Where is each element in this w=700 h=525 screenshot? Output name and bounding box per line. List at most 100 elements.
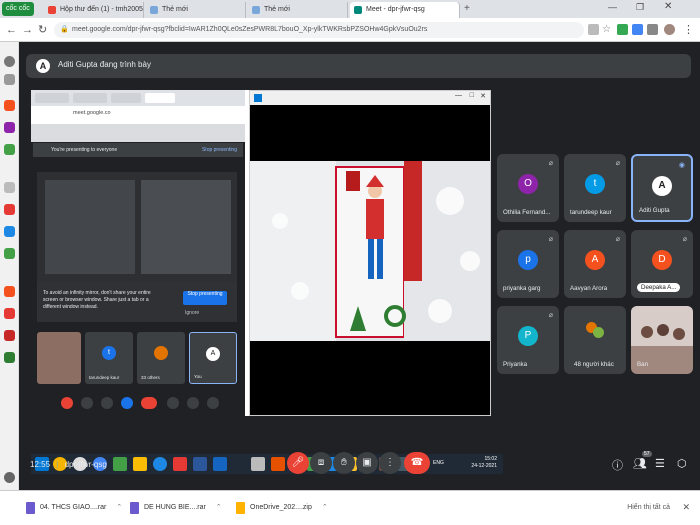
inner-address-bar: meet.google.co [31,106,245,124]
settings-icon[interactable] [4,56,15,67]
mini-tile: 33 others [137,332,185,384]
extension-icon[interactable] [632,24,643,35]
participant-name: Aavyan Arora [570,285,608,292]
participant-tile-presenter[interactable]: ◉ A Aditi Gupta [631,154,693,222]
mic-toggle-button[interactable]: 🎤︎ [287,452,309,474]
others-tile[interactable]: 48 người khác [564,306,626,374]
person-icon [673,328,685,340]
clock-icon[interactable] [4,74,15,85]
participant-avatar: P [518,326,538,346]
menu-icon[interactable]: ⋮ [683,23,694,37]
profile-avatar[interactable] [664,24,675,35]
download-item[interactable]: 04. THCS GIAO....rar ⌃ [26,500,122,516]
game-icon[interactable] [4,144,15,155]
tab-new-1[interactable]: Thẻ mới [146,2,246,18]
download-filename: DE HUNG BIE....rar [144,504,206,511]
participant-tile[interactable]: ⌀ A Aavyan Arora [564,230,626,298]
info-icon[interactable]: ⓘ [612,457,623,473]
participant-tile[interactable]: ⌀ P Priyanka [497,306,559,374]
close-icon[interactable]: ✕ [664,1,672,12]
star-icon[interactable]: ☆ [602,24,613,35]
participant-avatar: O [518,174,538,194]
app-icon[interactable] [4,226,15,237]
mini-tile: A You [189,332,237,384]
inner-tab [73,93,107,103]
mini-chat-icon [207,397,219,409]
tab-label: Meet - dpr-jfwr-qsg [366,6,425,13]
camera-icon[interactable] [588,24,599,35]
tab-new-2[interactable]: Thẻ mới [248,2,348,18]
puzzle-icon[interactable] [647,24,658,35]
participant-name: Deepaka A... [637,283,681,292]
mirror-pane [141,180,231,274]
person-icon [641,326,653,338]
mic-off-icon: ⌀ [548,236,553,243]
mini-hangup-icon [141,397,157,409]
app-icon[interactable] [4,352,15,363]
page-icon [150,6,158,14]
mini-controls [51,396,231,410]
chevron-up-icon[interactable]: ⌃ [116,504,122,511]
activities-icon[interactable]: ⬡ [677,457,687,470]
gmail-icon [48,6,56,14]
close-downloads-icon[interactable]: ✕ [682,502,690,513]
participant-video-tile[interactable]: Ban [631,306,693,374]
shop-icon[interactable] [4,100,15,111]
page-icon [252,6,260,14]
notification-icon[interactable] [4,472,15,483]
photo-maximize-icon: □ [469,92,474,99]
app-icon[interactable] [4,248,15,259]
present-button[interactable]: ▣ [356,452,378,474]
url-field[interactable]: 🔒 meet.google.com/dpr-jfwr-qsg?fbclid=Iw… [54,22,584,38]
participant-count-badge: 57 [642,451,652,457]
tab-meet[interactable]: Meet - dpr-jfwr-qsg [350,2,460,18]
photo-close-icon: ✕ [480,93,486,100]
participant-tile[interactable]: ⌀ D Deepaka A... [631,230,693,298]
others-avatars [586,322,604,340]
tab-label: Thẻ mới [162,6,188,13]
participant-name: Ban [637,361,649,368]
app-icon[interactable] [4,286,15,297]
add-icon[interactable] [4,182,15,193]
download-item[interactable]: OneDrive_202....zip ⌃ [236,500,328,516]
captions-button[interactable]: ⧈ [310,452,332,474]
taskbar-app-icon [113,457,127,471]
address-bar: ← → ↻ 🔒 meet.google.com/dpr-jfwr-qsg?fbc… [0,18,700,42]
participant-avatar: A [585,250,605,270]
leave-call-button[interactable]: ☎︎ [404,452,430,474]
participant-tile[interactable]: ⌀ O Othilia Fernand... [497,154,559,222]
download-item[interactable]: DE HUNG BIE....rar ⌃ [130,500,222,516]
chevron-up-icon[interactable]: ⌃ [322,504,328,511]
inner-meet: You're presenting to everyone Stop prese… [31,142,245,416]
extension-icon[interactable] [617,24,628,35]
infinity-warning: To avoid an infinity mirror, don't share… [37,282,237,322]
participant-avatar: A [652,176,672,196]
more-options-button[interactable]: ⋮ [379,452,401,474]
minimize-icon[interactable]: — [608,2,617,12]
messenger-icon[interactable] [4,122,15,133]
tab-gmail[interactable]: Hộp thư đến (1) - tmh2005 [44,2,144,18]
forward-icon[interactable]: → [22,23,33,37]
app-icon[interactable] [4,308,15,319]
browser-brand[interactable]: cốc cốc [2,2,34,16]
app-icon[interactable] [4,330,15,341]
participant-tile[interactable]: ⌀ p priyanka garg [497,230,559,298]
chevron-up-icon[interactable]: ⌃ [216,504,222,511]
new-tab-button[interactable]: + [464,3,470,14]
ignore-button: Ignore [185,310,200,316]
word-icon [193,457,207,471]
inner-tab [111,93,141,103]
reload-icon[interactable]: ↻ [38,23,47,37]
tab-bar: cốc cốc Hộp thư đến (1) - tmh2005 Thẻ mớ… [0,0,700,18]
person-icon [657,324,669,336]
show-all-downloads-link[interactable]: Hiển thị tất cả [627,504,670,511]
participant-tile[interactable]: ⌀ t tarundeep kaur [564,154,626,222]
maximize-icon[interactable]: ❐ [636,2,644,13]
back-icon[interactable]: ← [6,23,17,37]
people-icon[interactable]: 👥︎ 57 [633,451,652,470]
raise-hand-button[interactable]: ✋︎ [333,452,355,474]
youtube-icon[interactable] [4,204,15,215]
warning-text: To avoid an infinity mirror, don't share… [43,290,151,310]
mini-avatar: A [206,347,220,361]
chat-icon[interactable]: ☰ [655,457,665,470]
